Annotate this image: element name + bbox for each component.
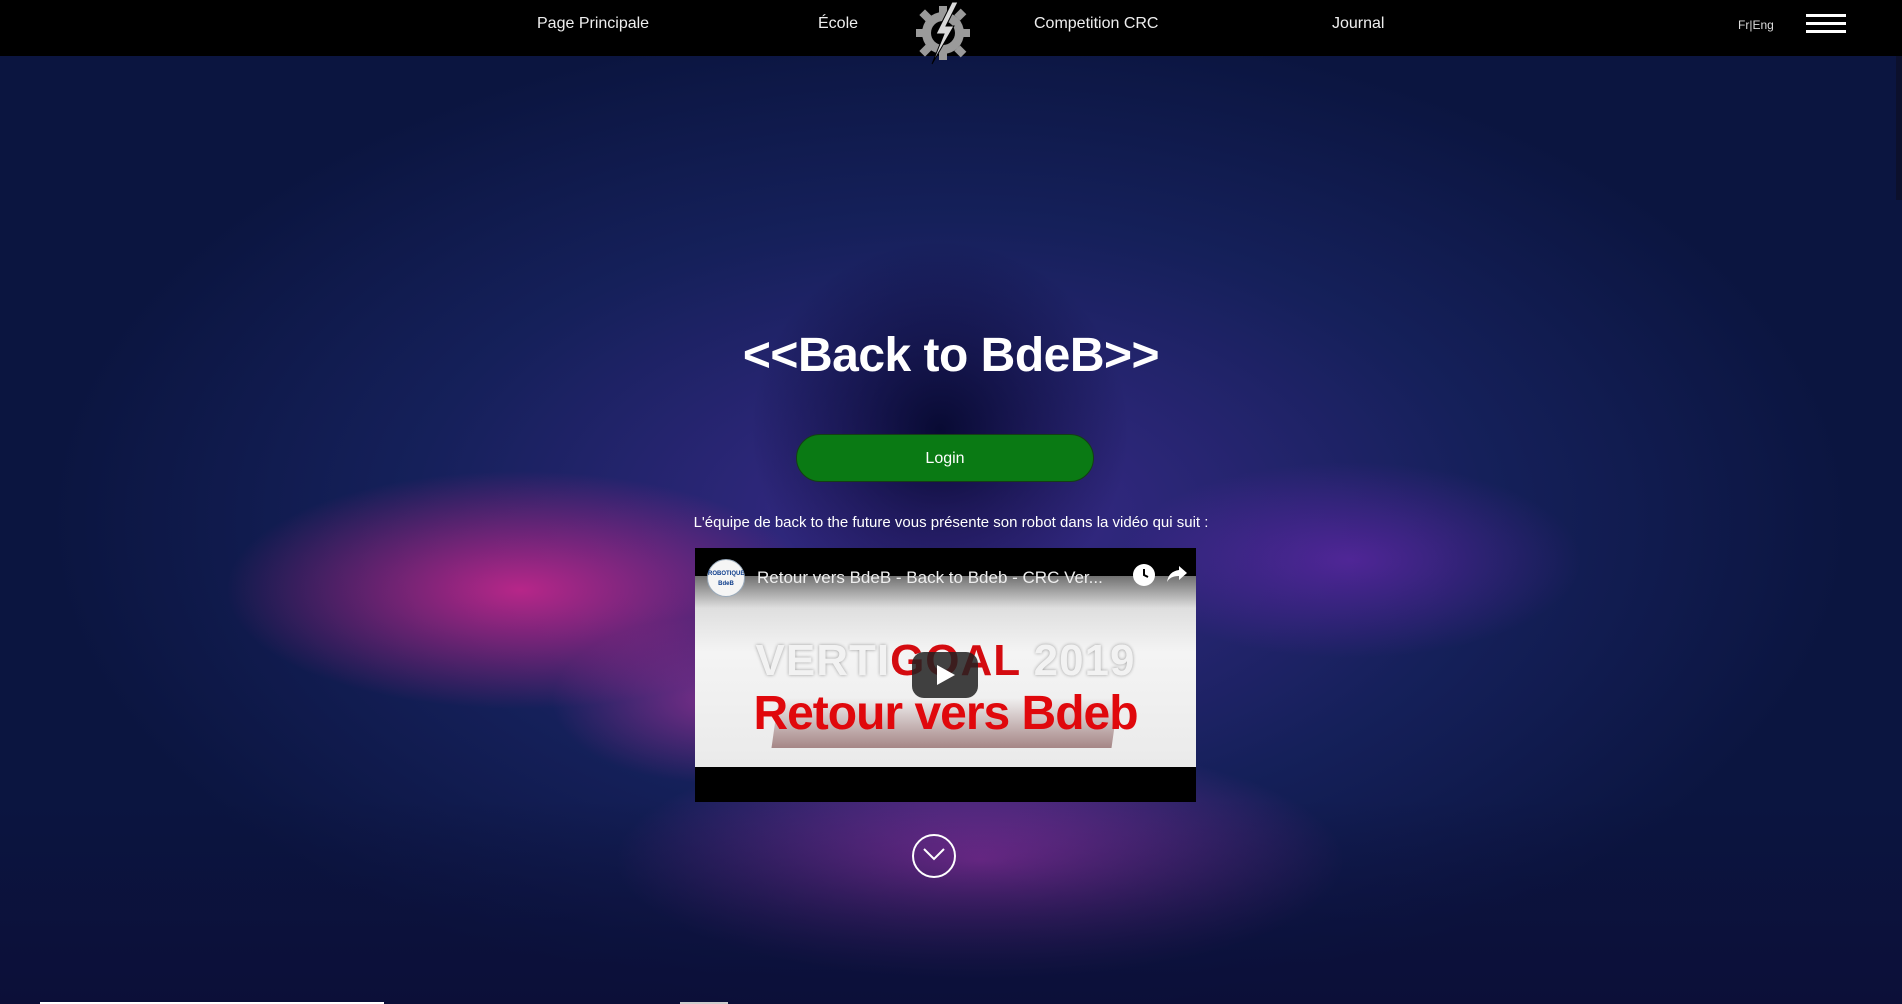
nav-link-page-principale[interactable]: Page Principale [537,15,649,33]
background-shade [0,800,1902,1004]
language-toggle[interactable]: Fr|Eng [1738,18,1774,32]
channel-avatar[interactable]: ROBOTIQUE BdeB [707,559,745,597]
nav-link-competition-crc[interactable]: Competition CRC [1034,15,1158,33]
login-button[interactable]: Login [796,434,1094,482]
scroll-down-chevron-icon[interactable] [912,834,956,878]
hamburger-menu-icon[interactable] [1806,14,1846,34]
top-navbar: Page Principale École Competition CRC Jo… [0,0,1902,65]
thumbnail-headline-year: 2019 [1020,636,1136,685]
youtube-video-embed[interactable]: VERTIGOAL 2019 Retour vers Bdeb ROBOTIQU… [695,548,1196,802]
watch-later-clock-icon[interactable] [1133,564,1155,586]
thumbnail-headline-verti: VERTI [755,636,891,685]
share-arrow-icon[interactable] [1165,562,1189,586]
page-title: <<Back to BdeB>> [742,329,1160,382]
nav-link-ecole[interactable]: École [818,15,858,33]
nav-link-journal[interactable]: Journal [1332,15,1384,33]
video-intro-text: L'équipe de back to the future vous prés… [693,514,1209,531]
gear-lightning-logo-icon[interactable] [912,0,974,66]
play-button-icon[interactable] [912,652,978,698]
video-title[interactable]: Retour vers BdeB - Back to Bdeb - CRC Ve… [757,568,1107,588]
